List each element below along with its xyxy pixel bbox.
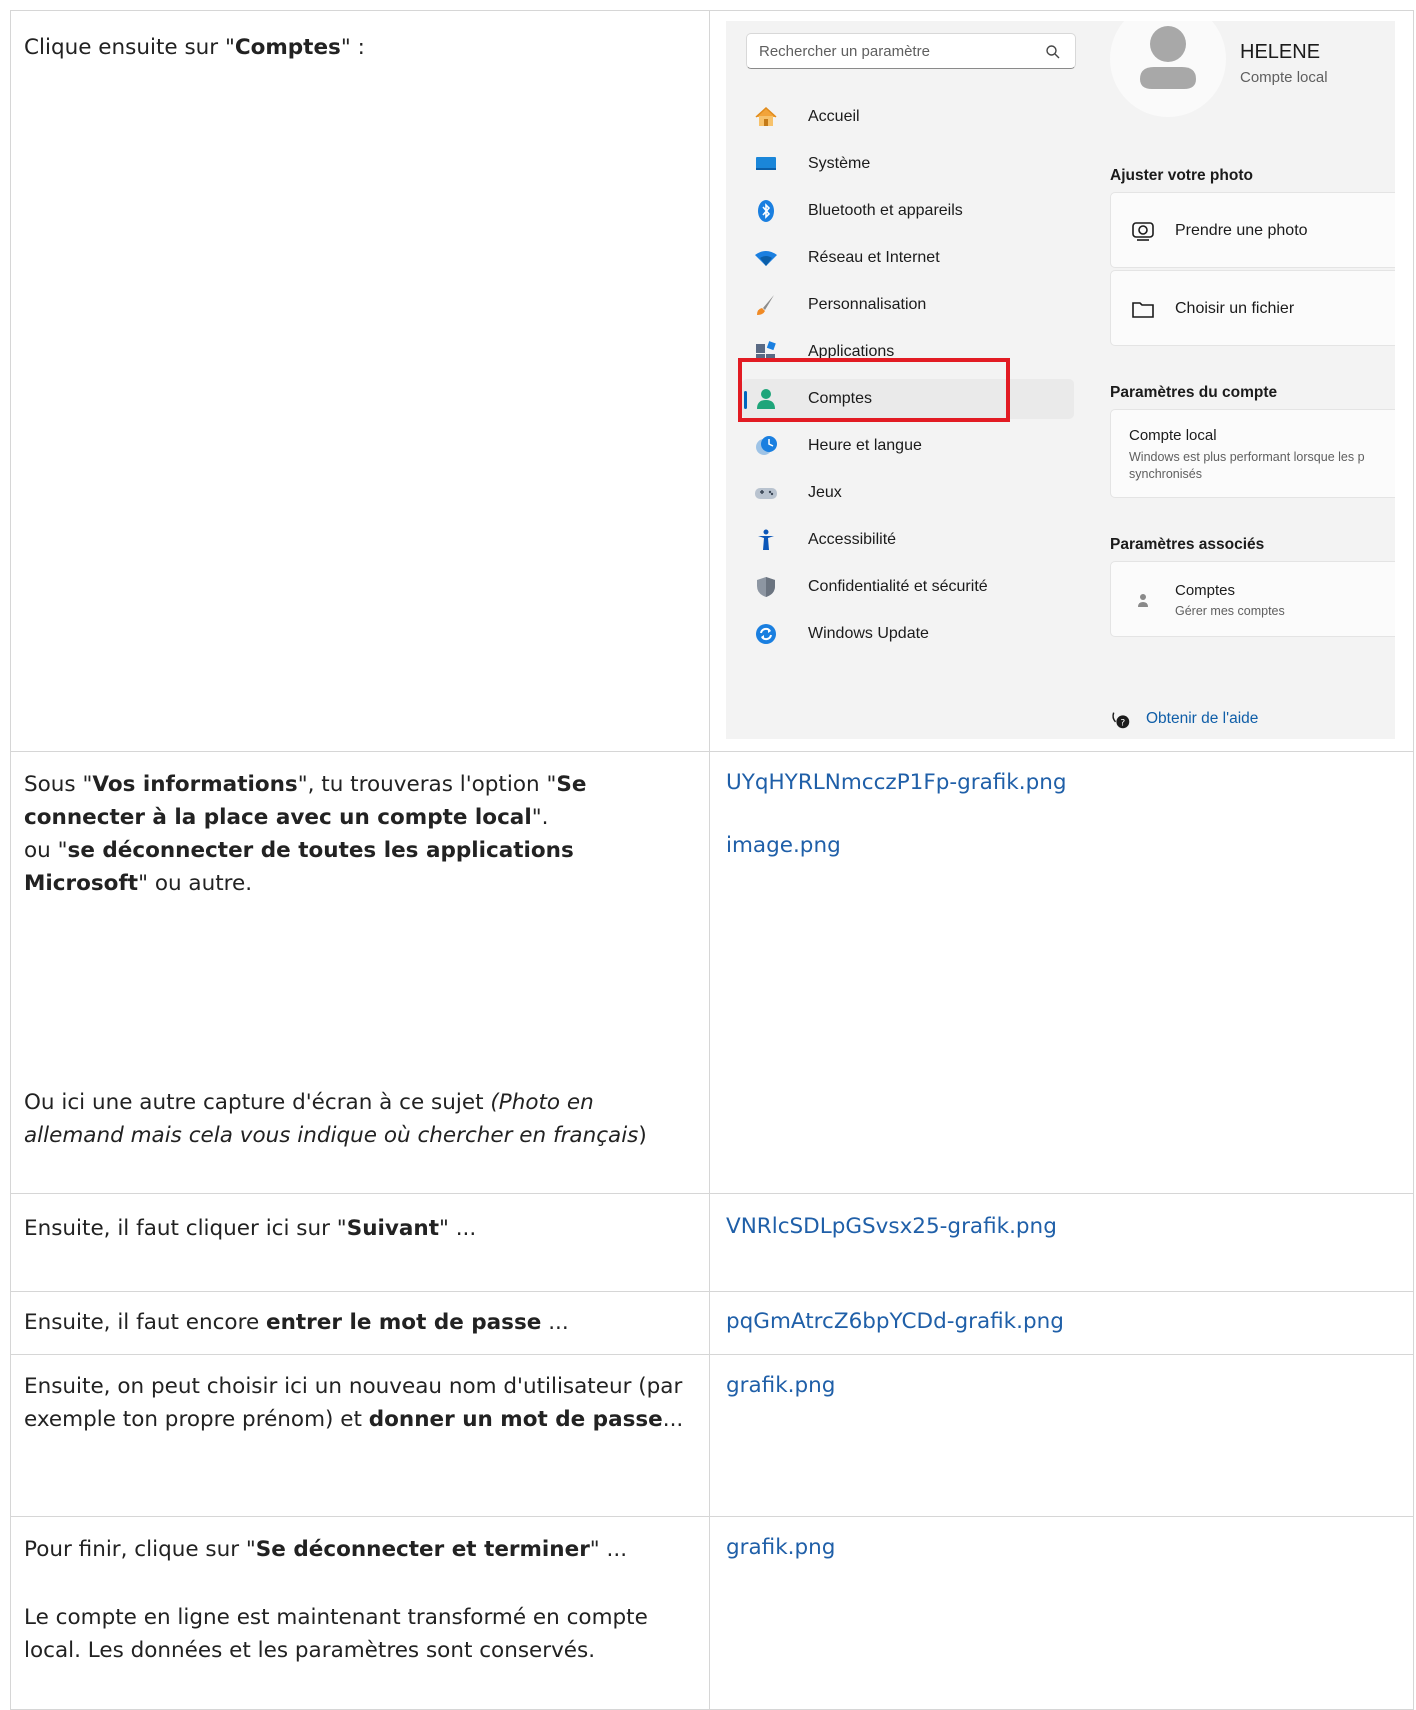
instruction-cell: Ensuite, on peut choisir ici un nouveau … [10,1354,710,1517]
wifi-icon [755,251,777,266]
instruction-note: Le compte en ligne est maintenant transf… [24,1605,648,1663]
instruction-cell: Sous "Vos informations", tu trouveras l'… [10,751,710,1194]
sidebar-item-windows-update[interactable]: Windows Update [742,614,1074,654]
related-accounts-desc: Gérer mes comptes [1175,604,1285,618]
sidebar-item-label: Accueil [808,108,860,125]
settings-screenshot: Rechercher un paramètre Accueil Système … [726,21,1395,739]
sidebar-item-label: Bluetooth et appareils [808,202,963,219]
sidebar-item-label: Personnalisation [808,296,927,313]
instruction-text: Clique ensuite sur "Comptes" : [24,35,365,60]
sidebar-item-heure[interactable]: Heure et langue [742,426,1074,466]
choose-file-button[interactable]: Choisir un fichier [1110,270,1395,346]
table-row: Pour finir, clique sur "Se déconnecter e… [10,1516,1414,1710]
instruction-cell: Clique ensuite sur "Comptes" : [10,10,710,752]
attachment-cell: pqGmAtrcZ6bpYCDd-grafik.png [709,1291,1414,1355]
local-account-desc: Windows est plus performant lorsque les … [1129,450,1365,464]
sidebar-item-label: Confidentialité et sécurité [808,578,988,595]
related-accounts-title: Comptes [1175,582,1236,599]
svg-text:?: ? [1120,718,1125,729]
image-link[interactable]: image.png [726,833,1413,858]
instruction-cell: Pour finir, clique sur "Se déconnecter e… [10,1516,710,1710]
user-name: HELENE [1240,41,1321,63]
related-accounts-card[interactable]: Comptes Gérer mes comptes [1110,561,1395,637]
user-avatar-icon [1140,26,1196,89]
table-row: Sous "Vos informations", tu trouveras l'… [10,751,1414,1194]
account-section-title: Paramètres du compte [1110,384,1278,401]
local-account-title: Compte local [1129,427,1217,444]
instruction-cell: Ensuite, il faut encore entrer le mot de… [10,1291,710,1355]
image-link[interactable]: UYqHYRLNmcczP1Fp-grafik.png [726,770,1413,795]
instruction-text: Sous "Vos informations", tu trouveras l'… [24,772,587,896]
sidebar-item-label: Système [808,155,871,172]
shield-icon [757,577,775,597]
screenshot-cell: Rechercher un paramètre Accueil Système … [709,10,1414,752]
image-link[interactable]: pqGmAtrcZ6bpYCDd-grafik.png [726,1309,1413,1334]
sidebar-item-systeme[interactable]: Système [742,144,1074,184]
sidebar-item-label: Jeux [808,484,842,501]
image-link[interactable]: VNRlcSDLpGSvsx25-grafik.png [726,1214,1413,1239]
search-icon [1046,45,1060,59]
local-account-desc-2: synchronisés [1129,467,1202,481]
instruction-cell: Ensuite, il faut cliquer ici sur "Suivan… [10,1193,710,1292]
instruction-text: Ensuite, il faut cliquer ici sur "Suivan… [24,1216,477,1241]
bluetooth-icon [758,200,774,222]
avatar[interactable] [1110,21,1226,117]
attachment-cell: VNRlcSDLpGSvsx25-grafik.png [709,1193,1414,1292]
update-icon [756,624,776,644]
sidebar-item-jeux[interactable]: Jeux [742,473,1074,513]
instruction-text: Ensuite, il faut encore entrer le mot de… [24,1310,569,1335]
brush-icon [757,295,774,315]
help-link[interactable]: Obtenir de l'aide [1146,710,1258,728]
instruction-note: Ou ici une autre capture d'écran à ce su… [24,1090,647,1148]
sidebar-item-label: Heure et langue [808,437,922,454]
table-row: Ensuite, il faut cliquer ici sur "Suivan… [10,1193,1414,1292]
sidebar-item-reseau[interactable]: Réseau et Internet [742,238,1074,278]
person-icon [1138,594,1148,607]
image-link[interactable]: grafik.png [726,1373,1413,1398]
home-icon [755,106,777,126]
sidebar-item-label: Windows Update [808,625,929,642]
sidebar-item-label: Accessibilité [808,531,897,548]
system-icon [756,157,776,170]
image-link[interactable]: grafik.png [726,1535,1413,1560]
table-row: Clique ensuite sur "Comptes" : Recherche… [10,10,1414,752]
related-section-title: Paramètres associés [1110,536,1265,553]
sidebar-item-accessibilite[interactable]: Accessibilité [742,520,1074,560]
instructions-table: Clique ensuite sur "Comptes" : Recherche… [10,10,1414,1710]
table-row: Ensuite, on peut choisir ici un nouveau … [10,1354,1414,1517]
account-type: Compte local [1240,69,1328,86]
sidebar-item-bluetooth[interactable]: Bluetooth et appareils [742,191,1074,231]
attachment-cell: grafik.png [709,1354,1414,1517]
table-row: Ensuite, il faut encore entrer le mot de… [10,1291,1414,1355]
highlight-box [738,358,1010,422]
sidebar-item-accueil[interactable]: Accueil [742,97,1074,137]
instruction-text: Pour finir, clique sur "Se déconnecter e… [24,1537,628,1562]
sidebar-item-confidentialite[interactable]: Confidentialité et sécurité [742,567,1074,607]
clock-globe-icon [756,436,777,455]
gamepad-icon [755,488,777,499]
take-photo-button[interactable]: Prendre une photo [1110,192,1395,268]
search-placeholder: Rechercher un paramètre [759,43,930,60]
attachment-cell: grafik.png [709,1516,1414,1710]
settings-search-input[interactable]: Rechercher un paramètre [746,33,1076,69]
sidebar-item-label: Réseau et Internet [808,249,940,266]
photo-section-title: Ajuster votre photo [1110,167,1253,184]
attachment-cell: UYqHYRLNmcczP1Fp-grafik.png image.png [709,751,1414,1194]
help-icon: ? [1112,712,1130,729]
take-photo-label: Prendre une photo [1175,222,1308,239]
instruction-text: Ensuite, on peut choisir ici un nouveau … [24,1374,684,1432]
local-account-card[interactable]: Compte local Windows est plus performant… [1110,409,1395,498]
choose-file-label: Choisir un fichier [1175,300,1295,317]
camera-icon [1132,222,1154,241]
accessibility-icon [758,529,774,550]
folder-icon [1132,302,1154,318]
sidebar-item-personnalisation[interactable]: Personnalisation [742,285,1074,325]
